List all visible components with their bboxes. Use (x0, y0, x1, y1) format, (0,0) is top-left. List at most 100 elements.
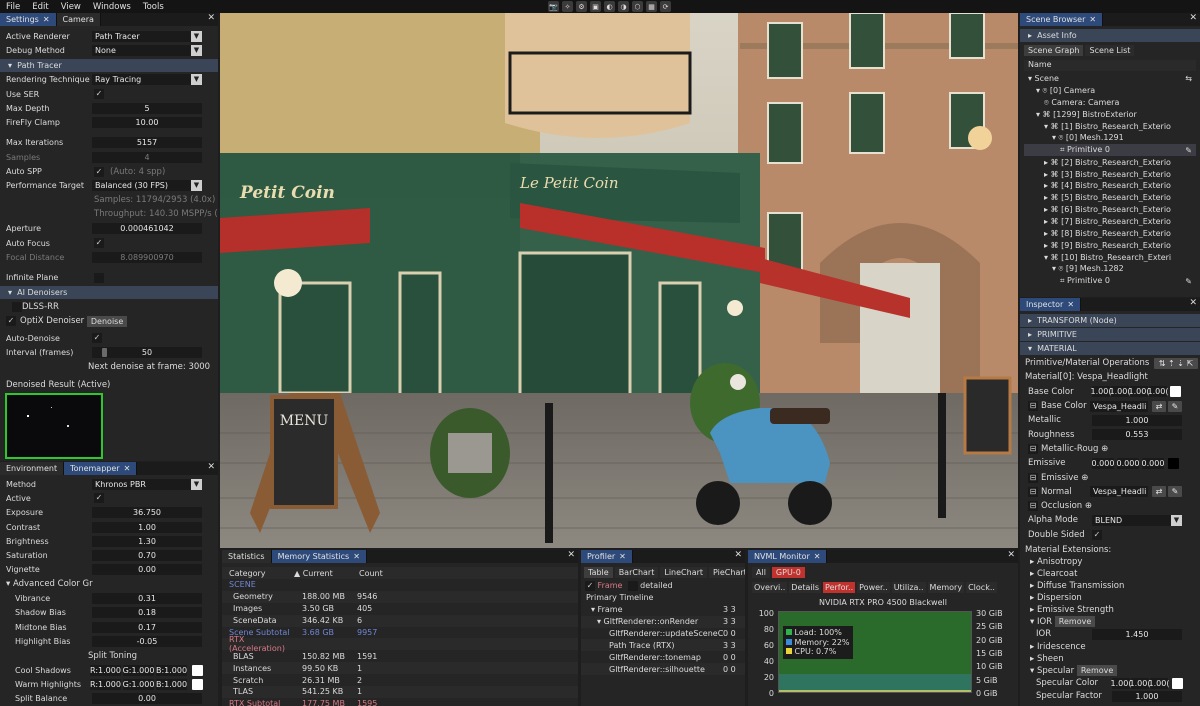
saturation-field[interactable]: 0.70 (92, 550, 202, 562)
spec-g[interactable]: 1.00( (1130, 677, 1150, 689)
close-icon[interactable]: ✕ (43, 15, 50, 24)
emissive-tex-toggle[interactable]: ⊟ (1028, 472, 1038, 483)
warm-b[interactable]: B:1.000 (156, 678, 187, 690)
max-depth-field[interactable]: 5 (92, 102, 202, 114)
spec-r[interactable]: 1.00( (1111, 677, 1131, 689)
spec-b[interactable]: 1.00( (1149, 677, 1169, 689)
table-row[interactable]: SceneData 346.42 KB 6 (222, 614, 578, 627)
specular-factor-field[interactable]: 1.000 (1112, 690, 1182, 702)
close-icon[interactable]: ✕ (1189, 13, 1197, 23)
ext-sheen[interactable]: ▸ Sheen (1020, 653, 1200, 665)
method-dropdown[interactable]: Khronos PBR (92, 478, 202, 490)
swap-icon[interactable]: ⇄ (1152, 400, 1166, 412)
ext-dispersion[interactable]: ▸ Dispersion (1020, 592, 1200, 604)
ior-remove-button[interactable]: Remove (1054, 616, 1096, 628)
tree-item[interactable]: ▾ ⌾ [0] Camera (1024, 85, 1196, 97)
close-icon[interactable]: ✕ (1007, 550, 1015, 560)
add-icon[interactable]: ⊕ (1085, 501, 1092, 511)
close-icon[interactable]: ✕ (353, 552, 360, 561)
base-tex-toggle[interactable]: ⊟ (1028, 401, 1038, 412)
material-ops-buttons[interactable]: ⇅ ⇡ ⇣ ⇱ (1154, 357, 1198, 369)
ext-clearcoat[interactable]: ▸ Clearcoat (1020, 568, 1200, 580)
max-iterations-field[interactable]: 5157 (92, 137, 202, 149)
highlight-bias-slider[interactable]: -0.05 (92, 635, 202, 647)
tab-utiliza[interactable]: Utiliza.. (891, 582, 926, 593)
tab-barchart[interactable]: BarChart (614, 567, 659, 578)
tab-scene-graph[interactable]: Scene Graph (1024, 45, 1084, 56)
close-icon[interactable]: ✕ (619, 552, 626, 561)
close-icon[interactable]: ✕ (567, 550, 575, 560)
swap-icon[interactable]: ⇄ (1152, 486, 1166, 498)
toolbar-icon[interactable]: ⬡ (632, 1, 643, 12)
tree-item[interactable]: ▾ ⌘ [1299] BistroExterior (1024, 109, 1196, 121)
tab-clock[interactable]: Clock.. (966, 582, 997, 593)
cool-g[interactable]: G:1.000 (123, 664, 154, 676)
specular-ext[interactable]: ▾ Specular Remove (1020, 665, 1200, 677)
tab-statistics[interactable]: Statistics (222, 550, 272, 563)
infinite-plane-checkbox[interactable] (94, 272, 104, 283)
toolbar-icon[interactable]: ◑ (618, 1, 629, 12)
base-b[interactable]: 1.00( (1129, 386, 1149, 398)
double-sided-checkbox[interactable]: ✓ (1092, 529, 1102, 540)
auto-spp-checkbox[interactable]: ✓ (94, 166, 104, 177)
tree-item[interactable]: ▸ ⌘ [7] Bistro_Research_Exterio (1024, 216, 1196, 228)
optix-checkbox[interactable]: ✓ (6, 316, 16, 327)
profiler-row[interactable]: GltfRenderer::silhouette 0 0 (581, 663, 745, 676)
tab-perfor[interactable]: Perfor.. (823, 582, 856, 593)
tab-power[interactable]: Power.. (857, 582, 890, 593)
ai-denoisers-header[interactable]: ▾ AI Denoisers (0, 285, 218, 299)
tab-linechart[interactable]: LineChart (660, 567, 708, 578)
close-icon[interactable]: ✕ (1189, 298, 1197, 308)
close-icon[interactable]: ✕ (207, 13, 215, 23)
ext-emissive-strength[interactable]: ▸ Emissive Strength (1020, 604, 1200, 616)
dlss-checkbox[interactable] (12, 301, 22, 312)
vibrance-slider[interactable]: 0.31 (92, 593, 202, 605)
table-row[interactable]: Geometry 188.00 MB 9546 (222, 590, 578, 603)
performance-target-dropdown[interactable]: Balanced (30 FPS) (92, 180, 202, 192)
edit-icon[interactable]: ✎ (1185, 146, 1192, 155)
tree-item[interactable]: ▸ ⌘ [2] Bistro_Research_Exterio (1024, 156, 1196, 168)
material-header[interactable]: ▾ MATERIAL (1020, 342, 1200, 355)
edit-icon[interactable]: ✎ (1168, 486, 1182, 498)
tab-camera[interactable]: Camera (56, 13, 101, 26)
profiler-row[interactable]: Path Trace (RTX) 3 3 (581, 639, 745, 652)
base-g[interactable]: 1.00( (1110, 386, 1130, 398)
tab-memory-statistics[interactable]: Memory Statistics ✕ (271, 550, 367, 563)
table-row[interactable]: TLAS 541.25 KB 1 (222, 686, 578, 698)
tree-item[interactable]: ▸ ⌘ [5] Bistro_Research_Exterio (1024, 192, 1196, 204)
tree-item[interactable]: ▸ ⌘ [6] Bistro_Research_Exterio (1024, 204, 1196, 216)
edit-icon[interactable]: ✎ (1185, 277, 1192, 286)
gpu-tab-all[interactable]: All (752, 567, 770, 578)
ext-anisotropy[interactable]: ▸ Anisotropy (1020, 556, 1200, 568)
col-category[interactable]: Category (222, 569, 294, 578)
sync-icon[interactable]: ⇆ (1185, 74, 1192, 83)
alpha-mode-dropdown[interactable]: BLEND (1092, 514, 1182, 526)
tree-item[interactable]: ▾ ⌾ [0] Mesh.1291 (1024, 132, 1196, 144)
samples-field[interactable]: 4 (92, 151, 202, 163)
specular-remove-button[interactable]: Remove (1076, 665, 1118, 677)
active-renderer-dropdown[interactable]: Path Tracer (92, 30, 202, 42)
table-row[interactable]: Instances 99.50 KB 1 (222, 662, 578, 675)
use-ser-checkbox[interactable]: ✓ (94, 89, 104, 100)
primitive-header[interactable]: ▸ PRIMITIVE (1020, 328, 1200, 341)
frame-checkbox[interactable]: ✓ (585, 580, 595, 591)
tree-item[interactable]: ▸ ⌘ [8] Bistro_Research_Exterio (1024, 228, 1196, 240)
toolbar-icon[interactable]: ⚙ (576, 1, 587, 12)
occlusion-toggle[interactable]: ⊟ (1028, 501, 1038, 512)
add-icon[interactable]: ⊕ (1101, 444, 1108, 454)
tree-item[interactable]: ▾ ⌘ [1] Bistro_Research_Exterio (1024, 121, 1196, 133)
brightness-field[interactable]: 1.30 (92, 535, 202, 547)
toolbar-icon[interactable]: ⟳ (660, 1, 671, 12)
table-row[interactable]: BLAS 150.82 MB 1591 (222, 650, 578, 662)
interval-slider[interactable]: 50 (92, 347, 202, 359)
emissive-swatch[interactable] (1168, 457, 1179, 469)
metrough-toggle[interactable]: ⊟ (1028, 443, 1038, 454)
active-checkbox[interactable]: ✓ (94, 493, 104, 504)
tab-scene-browser[interactable]: Scene Browser ✕ (1020, 13, 1104, 26)
base-swatch[interactable] (1170, 386, 1181, 398)
firefly-clamp-field[interactable]: 10.00 (92, 117, 202, 129)
warm-swatch[interactable] (192, 678, 203, 690)
ior-ext[interactable]: ▾ IOR Remove (1020, 616, 1200, 628)
aperture-field[interactable]: 0.000461042 (92, 223, 202, 235)
profiler-row[interactable]: GltfRenderer::updateSceneCh 0 0 (581, 628, 745, 640)
